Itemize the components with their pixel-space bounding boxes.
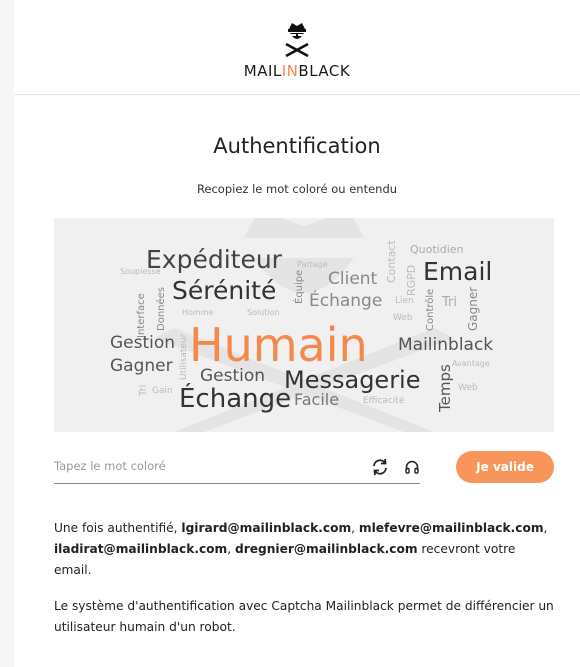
captcha-word: Gestion bbox=[200, 366, 265, 386]
recipient-email: lgirard@mailinblack.com bbox=[181, 521, 352, 535]
captcha-word: Temps bbox=[436, 364, 454, 413]
captcha-word: Gain bbox=[152, 386, 173, 396]
captcha-explanation: Le système d'authentification avec Captc… bbox=[54, 599, 554, 634]
captcha-word: Web bbox=[458, 383, 478, 393]
captcha-word: Tri bbox=[138, 384, 149, 397]
captcha-instruction: Recopiez le mot coloré ou entendu bbox=[196, 182, 398, 196]
captcha-word: Interface bbox=[136, 293, 147, 338]
captcha-word: Client bbox=[328, 269, 378, 289]
captcha-word: Efficacité bbox=[363, 395, 405, 406]
submit-button[interactable]: Je valide bbox=[456, 451, 554, 483]
captcha-word: Expéditeur bbox=[146, 245, 283, 274]
brand-suffix: BLACK bbox=[298, 62, 351, 80]
captcha-word: Gestion bbox=[110, 333, 175, 353]
captcha-word: Contact bbox=[385, 240, 398, 283]
brand-logo: MAILINBLACK bbox=[244, 62, 350, 80]
captcha-word: Avantage bbox=[452, 359, 490, 368]
recipient-email: iladirat@mailinblack.com bbox=[54, 542, 228, 556]
refresh-icon[interactable] bbox=[370, 457, 390, 477]
captcha-word: Email bbox=[423, 257, 492, 286]
captcha-word: Échange bbox=[309, 289, 382, 311]
captcha-word: Lien bbox=[395, 296, 414, 306]
recipient-email: mlefevre@mailinblack.com bbox=[358, 521, 544, 535]
auth-page: MAILINBLACK Authentification Recopiez le… bbox=[14, 0, 580, 667]
captcha-answer-input[interactable] bbox=[54, 452, 354, 480]
captcha-word-cloud: Expéditeur Sérénité Client Email Échange… bbox=[110, 240, 493, 414]
captcha-word: Gagner bbox=[110, 356, 173, 376]
page-title: Authentification bbox=[213, 134, 381, 158]
captcha-word: Quotidien bbox=[410, 243, 464, 256]
captcha-word: Données bbox=[155, 287, 167, 331]
captcha-word: Tri bbox=[441, 295, 457, 310]
captcha-word: Humain bbox=[189, 318, 368, 372]
logo-icon bbox=[285, 23, 309, 58]
captcha-word: Gagner bbox=[466, 287, 480, 331]
headphones-icon[interactable] bbox=[402, 457, 422, 477]
recipients-notice: Une fois authentifié, lgirard@mailinblac… bbox=[54, 521, 548, 577]
captcha-word: Homme bbox=[182, 308, 213, 317]
brand-in: IN bbox=[281, 62, 299, 80]
captcha-word: Souplesse bbox=[120, 267, 161, 276]
brand-prefix: MAIL bbox=[243, 62, 282, 80]
captcha-word: RGPD bbox=[405, 265, 418, 296]
captcha-word: Web bbox=[393, 313, 413, 323]
captcha-answer-row bbox=[54, 452, 420, 484]
header: MAILINBLACK bbox=[14, 0, 580, 95]
captcha-word: Partage bbox=[297, 260, 328, 269]
captcha-word: Échange bbox=[179, 382, 291, 414]
captcha-word: Mailinblack bbox=[398, 335, 493, 355]
captcha-word: Équipe bbox=[292, 270, 305, 304]
captcha-image: Expéditeur Sérénité Client Email Échange… bbox=[54, 218, 554, 432]
recipient-email: dregnier@mailinblack.com bbox=[235, 542, 418, 556]
captcha-word: Facile bbox=[294, 390, 339, 409]
captcha-word: Contrôle bbox=[424, 289, 436, 331]
captcha-word: Sérénité bbox=[172, 276, 276, 305]
captcha-word: Solution bbox=[247, 308, 280, 317]
captcha-word: Utilisateur bbox=[179, 333, 189, 380]
